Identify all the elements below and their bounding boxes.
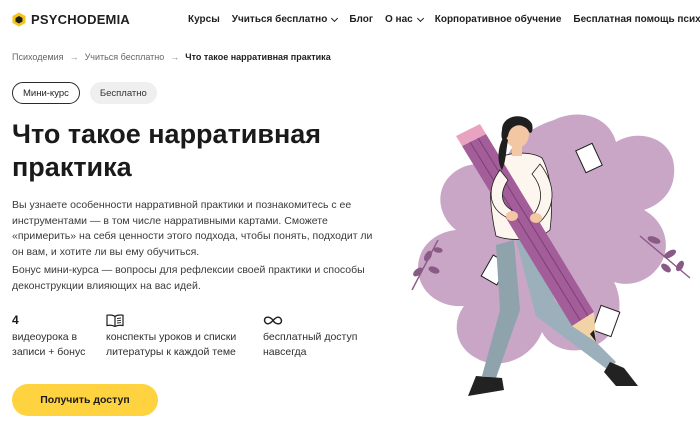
page-title: Что такое нарративная практика [12,119,322,182]
feature-text: конспекты уроков и списки литературы к к… [106,331,237,358]
brand-name: PSYCHODEMIA [31,12,130,27]
nav-item-free-help[interactable]: Бесплатная помощь психолога [573,14,700,25]
infinity-icon [263,315,283,325]
feature-videos: 4 видеоурока в записи + бонус [12,312,98,360]
nav-item-learn-free[interactable]: Учиться бесплатно [231,14,339,25]
right-shoe [604,362,638,386]
breadcrumb-current: Что такое нарративная практика [185,52,331,62]
feature-text: видеоурока в записи + бонус [12,331,86,358]
breadcrumb-separator: → [69,52,79,62]
nav-item-blog[interactable]: Блог [349,14,373,25]
chevron-down-icon [416,14,424,22]
tag-free: Бесплатно [89,82,157,104]
breadcrumb-learn-free[interactable]: Учиться бесплатно [85,52,165,62]
left-hand [506,211,518,221]
open-book-icon [106,313,124,327]
course-description: Вы узнаете особенности нарративной практ… [12,199,373,258]
nav-item-courses[interactable]: Курсы [188,14,220,25]
right-hand [530,213,542,223]
woman-with-pencil-illustration [411,114,691,396]
nav-label: О нас [385,14,413,25]
site-header: PSYCHODEMIA Курсы Учиться бесплатно Блог… [0,0,700,40]
left-shoe [468,376,504,396]
hexagon-logo-icon [12,12,26,27]
nav-label: Учиться бесплатно [231,14,328,25]
tag-mini-course: Мини-курс [12,82,80,104]
course-bonus: Бонус мини-курса — вопросы для рефлексии… [12,264,365,292]
breadcrumb-home[interactable]: Психодемия [12,52,64,62]
nav-label: Блог [349,14,373,25]
feature-count: 4 [12,312,19,327]
feature-text: бесплатный доступ навсегда [263,331,358,358]
get-access-button[interactable]: Получить доступ [12,384,158,416]
nav-label: Корпоративное обучение [434,14,562,25]
course-tags: Мини-курс Бесплатно [12,82,157,104]
feature-notes: конспекты уроков и списки литературы к к… [106,312,256,360]
feature-access: бесплатный доступ навсегда [263,312,373,360]
nav-label: Бесплатная помощь психолога [573,14,700,25]
logo[interactable]: PSYCHODEMIA [12,12,130,27]
nav-item-about[interactable]: О нас [385,14,424,25]
chevron-down-icon [331,14,339,22]
nav-item-corporate[interactable]: Корпоративное обучение [435,14,562,25]
main-nav: Курсы Учиться бесплатно Блог О нас Корпо… [188,14,700,25]
breadcrumb: Психодемия → Учиться бесплатно → Что так… [12,52,331,62]
nav-label: Курсы [188,14,220,25]
breadcrumb-separator: → [170,52,180,62]
